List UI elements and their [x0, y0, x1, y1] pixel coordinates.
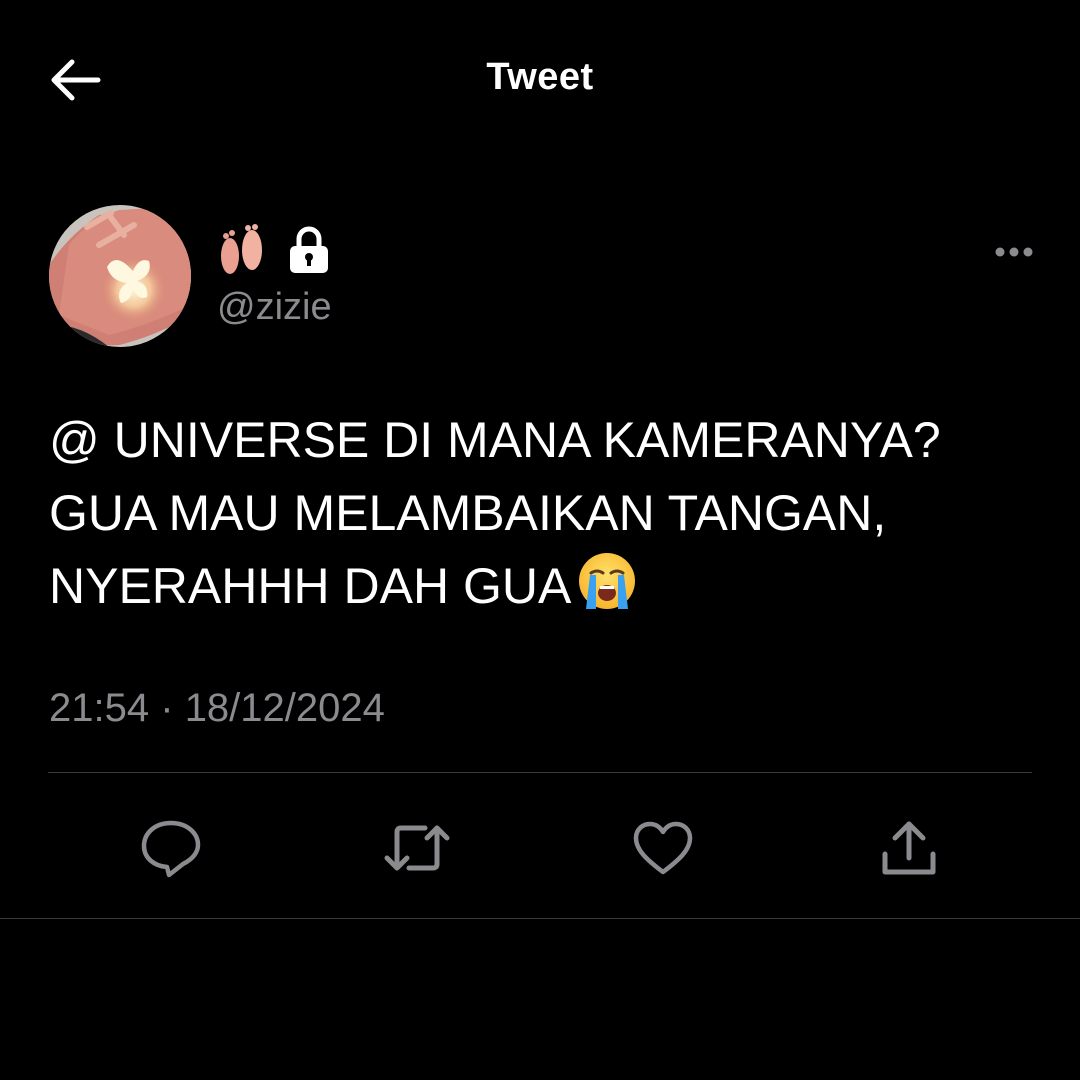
- lock-icon: [290, 226, 328, 273]
- retweet-button[interactable]: [381, 812, 453, 884]
- tweet-line: NYERAHHH DAH GUA: [49, 550, 1049, 623]
- like-button[interactable]: [627, 812, 699, 884]
- heart-icon: [633, 821, 693, 875]
- page-title: Tweet: [486, 56, 594, 98]
- divider: [0, 918, 1080, 919]
- more-options-button[interactable]: [990, 232, 1038, 272]
- share-button[interactable]: [873, 812, 945, 884]
- reply-icon: [141, 820, 201, 878]
- tweet-date: 18/12/2024: [184, 686, 385, 730]
- user-handle[interactable]: @zizie: [217, 286, 332, 329]
- tweet-timestamp: 21:54 · 18/12/2024: [49, 686, 385, 731]
- tweet-line: GUA MAU MELAMBAIKAN TANGAN,: [49, 485, 887, 541]
- avatar[interactable]: [49, 205, 191, 347]
- reply-button[interactable]: [135, 812, 207, 884]
- display-name[interactable]: [216, 222, 330, 278]
- timestamp-separator: ·: [160, 686, 174, 730]
- loudly-crying-face-icon: [579, 553, 636, 609]
- share-icon: [882, 821, 936, 875]
- tweet-text: @ UNIVERSE DI MANA KAMERANYA? GUA MAU ME…: [49, 404, 1049, 623]
- top-bar: Tweet: [0, 0, 1080, 160]
- feet-emoji-icon: [221, 224, 262, 274]
- tweet-time: 21:54: [49, 686, 150, 730]
- tweet-line: @ UNIVERSE DI MANA KAMERANYA?: [49, 412, 941, 468]
- more-horizontal-icon: [995, 247, 1033, 257]
- tweet-line-text: NYERAHHH DAH GUA: [49, 558, 572, 614]
- retweet-icon: [384, 825, 450, 871]
- divider: [48, 772, 1032, 773]
